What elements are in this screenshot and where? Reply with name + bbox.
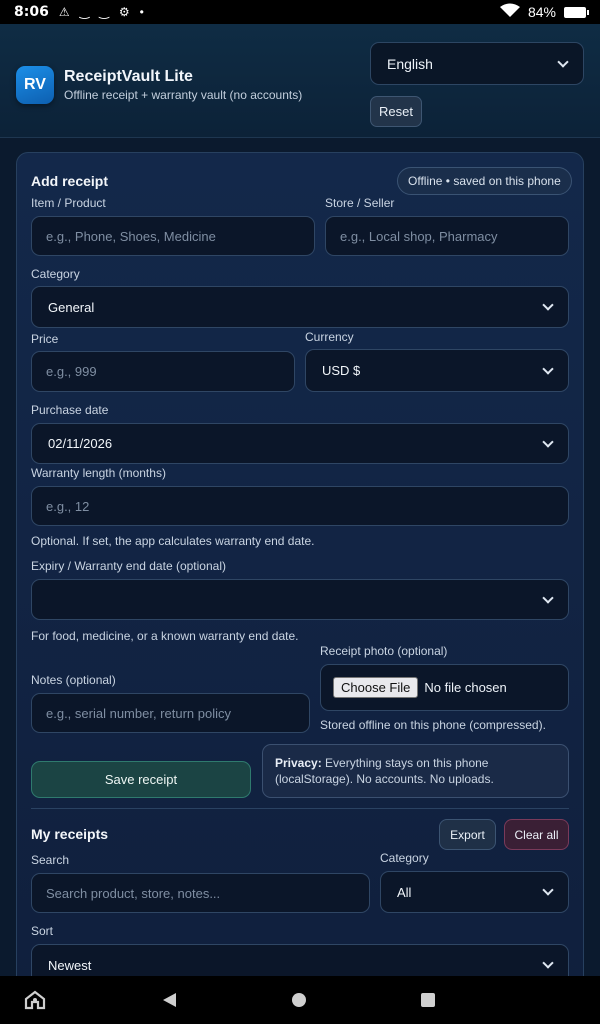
back-icon[interactable] [163, 993, 176, 1007]
app-title: ReceiptVault Lite [64, 68, 193, 85]
settings-icon: ⚙ [118, 5, 130, 19]
store-input[interactable]: e.g., Local shop, Pharmacy [325, 216, 569, 256]
dot-icon: • [139, 5, 144, 19]
add-receipt-title: Add receipt [31, 173, 109, 189]
photo-file-input[interactable]: Choose File No file chosen [320, 664, 569, 711]
item-label: Item / Product [31, 196, 106, 210]
no-file-text: No file chosen [424, 680, 507, 695]
recent-apps-icon[interactable] [421, 993, 435, 1007]
voicemail-icon: ‿ [79, 5, 90, 19]
category-label: Category [31, 267, 80, 281]
save-receipt-button[interactable]: Save receipt [31, 761, 251, 798]
currency-value: USD $ [322, 363, 361, 378]
photo-help: Stored offline on this phone (compressed… [320, 718, 546, 732]
main-content[interactable]: Add receipt Offline • saved on this phon… [0, 138, 600, 1024]
offline-badge: Offline • saved on this phone [397, 167, 572, 195]
choose-file-button[interactable]: Choose File [333, 677, 419, 698]
expiry-label: Expiry / Warranty end date (optional) [31, 559, 226, 573]
category-value: General [48, 299, 95, 315]
item-input[interactable]: e.g., Phone, Shoes, Medicine [31, 216, 315, 256]
clear-all-button[interactable]: Clear all [504, 819, 569, 850]
price-label: Price [31, 332, 59, 346]
expiry-help: For food, medicine, or a known warranty … [31, 629, 299, 643]
app-subtitle: Offline receipt + warranty vault (no acc… [64, 88, 303, 102]
chevron-down-icon [542, 362, 554, 375]
price-input[interactable]: e.g., 999 [31, 351, 295, 392]
status-bar: 8:06 ⚠ ‿ ‿ ⚙ • 84% [0, 0, 600, 24]
notes-placeholder: e.g., serial number, return policy [46, 705, 231, 721]
section-divider [31, 808, 569, 809]
notes-label: Notes (optional) [31, 673, 116, 687]
purchase-date-input[interactable]: 02/11/2026 [31, 423, 569, 464]
filter-category-select[interactable]: All [380, 871, 569, 913]
warranty-placeholder: e.g., 12 [46, 498, 90, 514]
purchase-date-value: 02/11/2026 [48, 436, 113, 451]
category-select[interactable]: General [31, 286, 569, 328]
privacy-title: Privacy: [275, 756, 322, 770]
voicemail-icon: ‿ [99, 5, 109, 19]
assistant-icon[interactable] [24, 990, 46, 1010]
search-input[interactable]: Search product, store, notes... [31, 873, 370, 913]
add-receipt-card: Add receipt Offline • saved on this phon… [16, 152, 584, 1024]
search-label: Search [31, 853, 70, 867]
wifi-icon [499, 3, 520, 21]
language-value: English [387, 55, 433, 72]
search-placeholder: Search product, store, notes... [46, 885, 221, 901]
filter-category-value: All [397, 884, 412, 900]
chevron-down-icon [542, 884, 554, 896]
photo-label: Receipt photo (optional) [320, 644, 448, 658]
app-logo: RV [16, 66, 54, 104]
warranty-help: Optional. If set, the app calculates war… [31, 534, 315, 548]
currency-label: Currency [305, 330, 354, 344]
battery-charging-icon [564, 6, 589, 18]
price-placeholder: e.g., 999 [46, 364, 97, 379]
status-time: 8:06 [14, 4, 49, 20]
sort-value: Newest [48, 957, 92, 973]
chevron-down-icon [542, 591, 554, 604]
home-icon[interactable] [292, 993, 306, 1007]
reset-button[interactable]: Reset [370, 96, 422, 127]
sort-label: Sort [31, 924, 54, 938]
export-button[interactable]: Export [439, 819, 496, 850]
filter-category-label: Category [380, 851, 429, 865]
currency-select[interactable]: USD $ [305, 349, 569, 392]
privacy-note: Privacy: Everything stays on this phone … [262, 744, 569, 798]
warning-icon: ⚠ [58, 5, 70, 19]
system-nav-bar [0, 976, 600, 1024]
purchase-date-label: Purchase date [31, 403, 109, 417]
warranty-input[interactable]: e.g., 12 [31, 486, 569, 526]
store-placeholder: e.g., Local shop, Pharmacy [340, 228, 498, 244]
chevron-down-icon [542, 299, 554, 311]
item-placeholder: e.g., Phone, Shoes, Medicine [46, 228, 216, 244]
notes-input[interactable]: e.g., serial number, return policy [31, 693, 310, 733]
chevron-down-icon [557, 55, 569, 68]
language-select[interactable]: English [370, 42, 584, 85]
chevron-down-icon [542, 435, 554, 448]
battery-percent: 84% [527, 4, 556, 20]
warranty-label: Warranty length (months) [31, 466, 166, 480]
my-receipts-title: My receipts [31, 826, 109, 842]
status-icons: ⚠ ‿ ‿ ⚙ • [59, 5, 144, 19]
chevron-down-icon [542, 957, 554, 969]
expiry-date-input[interactable] [31, 579, 569, 620]
store-label: Store / Seller [325, 196, 395, 210]
app-header: RV ReceiptVault Lite Offline receipt + w… [0, 24, 600, 138]
